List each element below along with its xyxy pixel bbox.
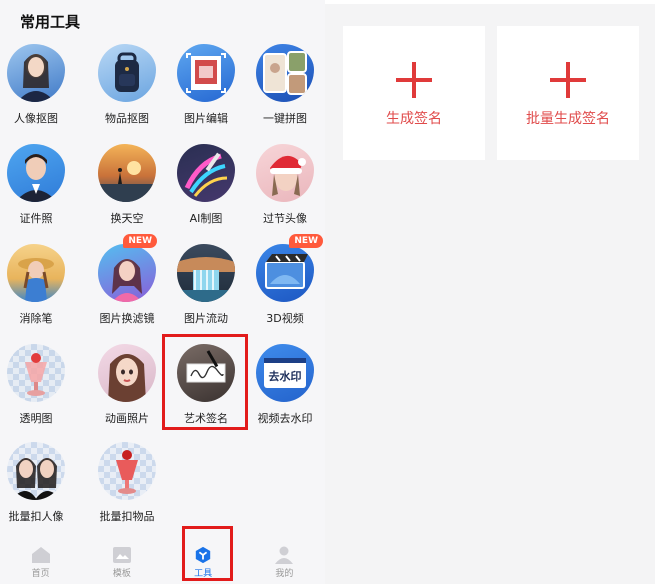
tool-transparent-image[interactable]: 透明图 [0, 344, 76, 436]
nav-label: 我的 [275, 569, 294, 579]
tools-panel: 常用工具 人像抠图 物品抠图 图片编辑 一键拼图 证件照 换天空 AI制图 过节… [0, 0, 325, 584]
batch-generate-signature-card[interactable]: 批量生成签名 [497, 26, 639, 160]
tool-animated-photo[interactable]: 动画照片 [87, 344, 167, 436]
video-3d-icon [256, 244, 314, 302]
nav-template[interactable]: 模板 [81, 540, 162, 584]
tool-video-watermark-remove[interactable]: 去水印 视频去水印 [245, 344, 325, 436]
tool-label: 人像抠图 [14, 112, 58, 125]
nav-tools[interactable]: 工具 [163, 540, 244, 584]
top-divider [325, 0, 655, 4]
nav-profile[interactable]: 我的 [244, 540, 325, 584]
tool-label: 批量扣人像 [8, 510, 64, 523]
tool-label: 图片流动 [184, 312, 228, 325]
nav-label: 首页 [31, 569, 50, 579]
video-watermark-remove-icon: 去水印 [256, 344, 314, 402]
tool-label: 动画照片 [105, 412, 149, 425]
plus-icon [550, 62, 586, 98]
new-badge: NEW [289, 234, 323, 248]
tool-label: 透明图 [19, 412, 53, 425]
tools-icon [195, 546, 211, 564]
tool-label: 批量扣物品 [99, 510, 155, 523]
batch-portrait-icon [7, 442, 65, 500]
home-icon [31, 547, 50, 563]
card-label: 生成签名 [386, 111, 442, 127]
tool-holiday-avatar[interactable]: 过节头像 [245, 144, 325, 236]
tool-label: 物品抠图 [105, 112, 149, 125]
sky-replace-icon [98, 144, 156, 202]
portrait-cutout-icon [7, 44, 65, 102]
tool-image-edit[interactable]: 图片编辑 [166, 44, 246, 136]
id-photo-icon [7, 144, 65, 202]
profile-icon [275, 546, 294, 564]
nav-label: 工具 [194, 569, 213, 579]
tool-label: 视频去水印 [257, 412, 313, 425]
transparent-image-icon [7, 344, 65, 402]
holiday-avatar-icon [256, 144, 314, 202]
signature-panel: 生成签名 批量生成签名 [325, 0, 655, 584]
plus-icon [396, 62, 432, 98]
generate-signature-card[interactable]: 生成签名 [343, 26, 485, 160]
tool-image-flow[interactable]: 图片流动 [166, 244, 246, 336]
nav-home[interactable]: 首页 [0, 540, 81, 584]
object-cutout-icon [98, 44, 156, 102]
tool-id-photo[interactable]: 证件照 [0, 144, 76, 236]
tool-object-cutout[interactable]: 物品抠图 [87, 44, 167, 136]
template-icon [112, 547, 131, 563]
batch-object-icon [98, 442, 156, 500]
nav-label: 模板 [112, 569, 131, 579]
section-title: 常用工具 [20, 13, 81, 31]
tool-filter[interactable]: NEW 图片换滤镜 [87, 234, 167, 336]
tool-portrait-cutout[interactable]: 人像抠图 [0, 44, 76, 136]
eraser-icon [7, 244, 65, 302]
tool-ai-draw[interactable]: AI制图 [166, 144, 246, 236]
bottom-nav: 首页 模板 工具 我的 [0, 540, 325, 584]
watermark-icon-text: 去水印 [268, 369, 302, 383]
tool-label: 消除笔 [19, 312, 53, 325]
tool-label: 过节头像 [263, 212, 307, 225]
tool-collage[interactable]: 一键拼图 [245, 44, 325, 136]
animated-photo-icon [98, 344, 156, 402]
tool-3d-video[interactable]: NEW 3D视频 [245, 234, 325, 336]
tool-label: 3D视频 [266, 312, 304, 325]
tool-batch-portrait[interactable]: 批量扣人像 [0, 442, 76, 534]
art-signature-highlight [162, 334, 248, 430]
filter-icon [98, 244, 156, 302]
image-edit-icon [177, 44, 235, 102]
tool-label: 图片编辑 [184, 112, 228, 125]
tool-eraser[interactable]: 消除笔 [0, 244, 76, 336]
tool-label: 换天空 [110, 212, 144, 225]
image-flow-icon [177, 244, 235, 302]
collage-icon [256, 44, 314, 102]
tool-sky-replace[interactable]: 换天空 [87, 144, 167, 236]
new-badge: NEW [123, 234, 157, 248]
ai-draw-icon [177, 144, 235, 202]
tool-label: 图片换滤镜 [99, 312, 155, 325]
card-label: 批量生成签名 [526, 111, 610, 127]
tool-batch-object[interactable]: 批量扣物品 [87, 442, 167, 534]
tool-label: 一键拼图 [263, 112, 307, 125]
tool-label: AI制图 [189, 212, 223, 225]
tool-label: 证件照 [19, 212, 53, 225]
